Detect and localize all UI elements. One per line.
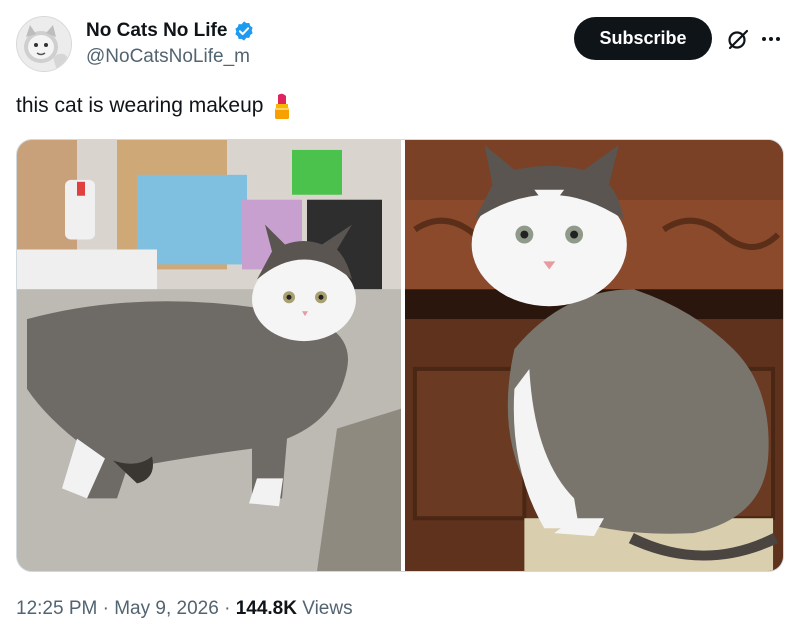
author-handle[interactable]: @NoCatsNoLife_m xyxy=(86,44,255,70)
tweet-header: No Cats No Life @NoCatsNoLife_m Subscrib… xyxy=(16,14,784,74)
cat-photo-right[interactable] xyxy=(405,140,783,571)
avatar[interactable] xyxy=(16,16,72,72)
views-count[interactable]: 144.8K xyxy=(236,598,297,619)
tweet-date[interactable]: May 9, 2026 xyxy=(114,598,219,619)
tweet-time[interactable]: 12:25 PM xyxy=(16,598,97,619)
cat-photo-left[interactable] xyxy=(17,140,401,571)
meta-separator: · xyxy=(224,598,231,619)
tweet-text: this cat is wearing makeup xyxy=(16,92,293,120)
grok-icon[interactable] xyxy=(726,27,750,51)
media-gallery[interactable] xyxy=(16,139,784,572)
verified-badge-icon[interactable] xyxy=(233,20,255,42)
author-names: No Cats No Life @NoCatsNoLife_m xyxy=(86,19,255,70)
tweet-text-content: this cat is wearing makeup xyxy=(16,94,264,117)
more-icon[interactable] xyxy=(760,28,782,50)
views-label: Views xyxy=(302,598,353,619)
display-name-row: No Cats No Life xyxy=(86,19,255,43)
lipstick-icon xyxy=(271,92,293,120)
subscribe-button[interactable]: Subscribe xyxy=(574,17,712,60)
meta-separator: · xyxy=(102,598,109,619)
display-name[interactable]: No Cats No Life xyxy=(86,19,227,43)
tweet-meta: 12:25 PM · May 9, 2026 · 144.8K Views xyxy=(16,596,353,622)
